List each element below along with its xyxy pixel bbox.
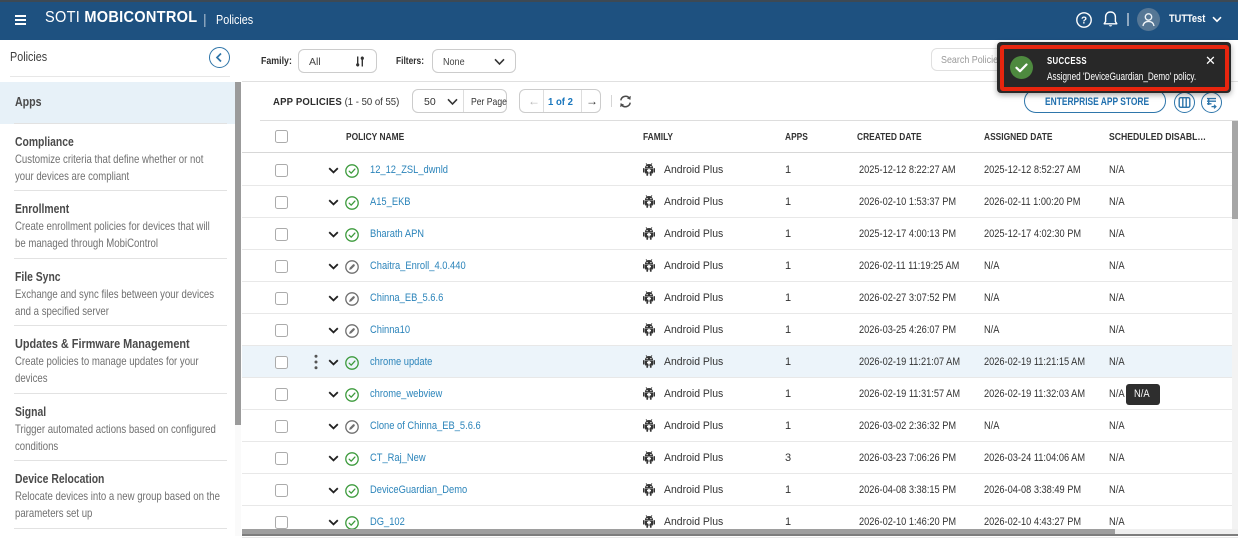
- svg-text:?: ?: [1081, 16, 1087, 27]
